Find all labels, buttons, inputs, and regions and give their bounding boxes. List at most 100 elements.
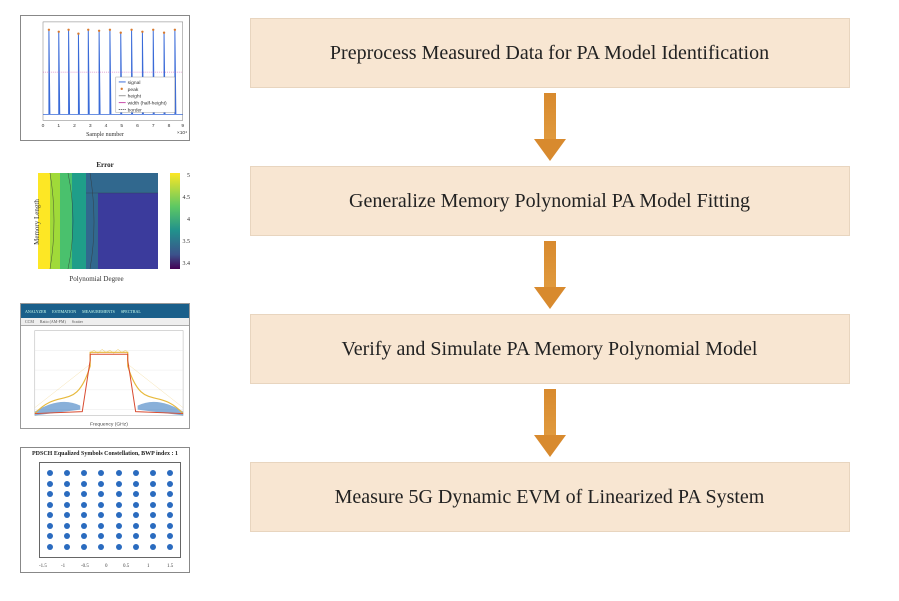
constellation-point — [64, 470, 70, 476]
tab-1: Ratio (AM-PM) — [40, 319, 66, 324]
flow-step-4-text: Measure 5G Dynamic EVM of Linearized PA … — [335, 486, 765, 509]
constellation-point — [116, 470, 122, 476]
flow-column: Preprocess Measured Data for PA Model Id… — [220, 10, 879, 591]
cbar-tick-2: 4 — [187, 217, 190, 223]
cbar-tick-1: 4.5 — [183, 195, 191, 201]
flow-step-1-text: Preprocess Measured Data for PA Model Id… — [330, 42, 769, 65]
legend-peak: peak — [128, 87, 139, 93]
thumb4-title: PDSCH Equalized Symbols Constellation, B… — [32, 451, 178, 457]
svg-text:8: 8 — [168, 123, 171, 129]
xt-3: 0 — [105, 564, 108, 569]
flow-step-2-text: Generalize Memory Polynomial PA Model Fi… — [349, 190, 750, 213]
arrow-3 — [539, 384, 561, 462]
svg-text:3: 3 — [89, 123, 92, 129]
svg-text:9: 9 — [181, 123, 184, 129]
constellation-point — [81, 470, 87, 476]
constellation-point — [47, 491, 53, 497]
constellation-point — [81, 544, 87, 550]
constellation-point — [150, 512, 156, 518]
constellation-point — [98, 523, 104, 529]
constellation-point — [64, 502, 70, 508]
constellation-point — [167, 512, 173, 518]
spectrum-toolbar: ANALYZER ESTIMATION MEASUREMENTS SPECTRA… — [21, 304, 189, 318]
constellation-point — [133, 481, 139, 487]
constellation-point — [133, 523, 139, 529]
thumb2-title: Error — [96, 161, 113, 169]
tb-3: SPECTRAL — [121, 309, 141, 314]
tb-0: ANALYZER — [25, 309, 46, 314]
constellation-point — [150, 481, 156, 487]
arrow-2 — [539, 236, 561, 314]
diagram-container: signal peak height width (half-height) b… — [0, 0, 899, 601]
constellation-point — [150, 523, 156, 529]
constellation-plot — [39, 462, 181, 558]
thumb3-xlabel: Frequency (GHz) — [90, 421, 128, 427]
constellation-point — [133, 502, 139, 508]
constellation-point — [133, 512, 139, 518]
svg-text:6: 6 — [136, 123, 139, 129]
constellation-point — [150, 544, 156, 550]
thumb2-ylabel: Memory Length — [33, 199, 41, 245]
thumb1-xlabel: Sample number — [86, 132, 124, 138]
svg-text:5: 5 — [120, 123, 123, 129]
constellation-point — [133, 544, 139, 550]
flow-step-2: Generalize Memory Polynomial PA Model Fi… — [250, 166, 850, 236]
constellation-point — [98, 491, 104, 497]
legend-width: width (half-height) — [128, 101, 167, 107]
constellation-point — [167, 502, 173, 508]
constellation-point — [47, 533, 53, 539]
spectrum-tabs: CCM Ratio (AM-PM) Scatter — [21, 318, 189, 326]
constellation-point — [167, 523, 173, 529]
waveform-plot: signal peak height width (half-height) b… — [21, 16, 189, 140]
spectrum-plot: Frequency (GHz) — [21, 326, 189, 428]
arrow-1 — [539, 88, 561, 166]
constellation-point — [167, 533, 173, 539]
constellation-point — [81, 491, 87, 497]
constellation-point — [116, 481, 122, 487]
constellation-point — [64, 544, 70, 550]
legend-border: border — [128, 107, 143, 113]
constellation-point — [167, 470, 173, 476]
constellation-point — [64, 512, 70, 518]
constellation-point — [64, 523, 70, 529]
constellation-point — [116, 544, 122, 550]
constellation-point — [98, 533, 104, 539]
legend-height: height — [128, 94, 142, 100]
constellation-point — [47, 512, 53, 518]
xt-2: -0.5 — [81, 564, 89, 569]
constellation-point — [167, 481, 173, 487]
cbar-tick-0: 5 — [187, 173, 190, 179]
constellation-point — [81, 502, 87, 508]
svg-text:2: 2 — [73, 123, 76, 129]
constellation-point — [81, 481, 87, 487]
legend-signal: signal — [128, 80, 141, 86]
svg-text:1: 1 — [57, 123, 60, 129]
constellation-point — [81, 512, 87, 518]
constellation-point — [47, 502, 53, 508]
flow-step-1: Preprocess Measured Data for PA Model Id… — [250, 18, 850, 88]
xt-6: 1.5 — [167, 564, 173, 569]
constellation-point — [150, 491, 156, 497]
x-pow: ×10⁴ — [177, 130, 187, 136]
xt-0: -1.5 — [39, 564, 47, 569]
constellation-point — [116, 533, 122, 539]
thumb-waveform: signal peak height width (half-height) b… — [20, 15, 190, 141]
constellation-point — [133, 491, 139, 497]
svg-text:4: 4 — [105, 123, 108, 129]
constellation-point — [150, 502, 156, 508]
constellation-point — [167, 491, 173, 497]
constellation-point — [81, 533, 87, 539]
constellation-point — [98, 470, 104, 476]
thumbnail-column: signal peak height width (half-height) b… — [20, 10, 190, 591]
constellation-point — [98, 481, 104, 487]
constellation-point — [47, 481, 53, 487]
constellation-point — [98, 512, 104, 518]
constellation-point — [47, 470, 53, 476]
thumb2-xlabel: Polynomial Degree — [69, 275, 123, 283]
tb-2: MEASUREMENTS — [82, 309, 115, 314]
thumb-constellation: PDSCH Equalized Symbols Constellation, B… — [20, 447, 190, 573]
flow-step-3-text: Verify and Simulate PA Memory Polynomial… — [342, 338, 758, 361]
xt-5: 1 — [147, 564, 150, 569]
tb-1: ESTIMATION — [52, 309, 76, 314]
constellation-point — [150, 533, 156, 539]
